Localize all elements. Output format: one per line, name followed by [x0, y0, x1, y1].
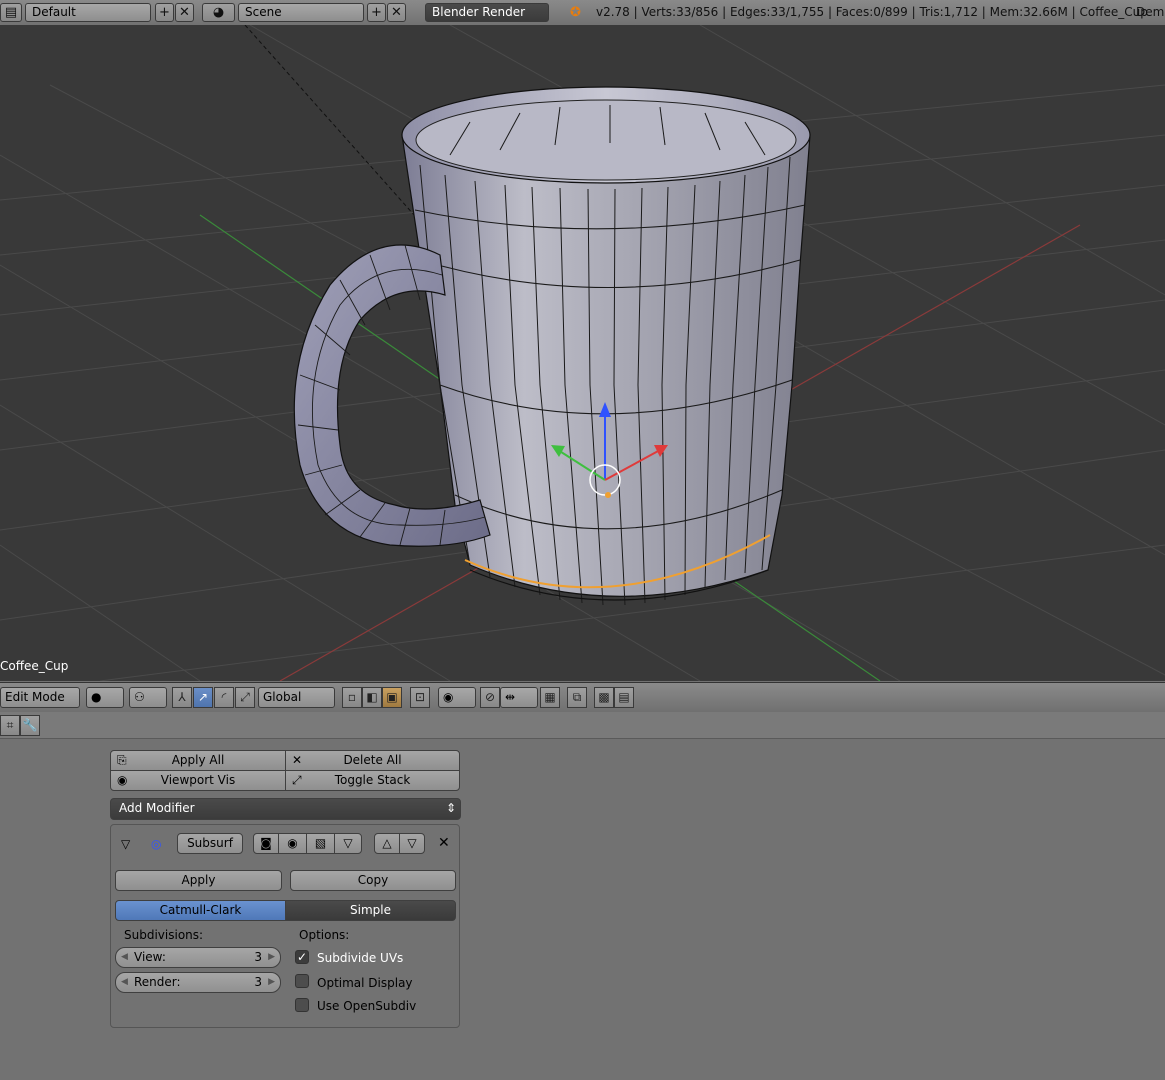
- info-header: ▤ Default + ✕ ◕ Scene + ✕ Blender Render…: [0, 0, 1165, 26]
- translate-manipulator-icon[interactable]: ↗: [193, 687, 213, 708]
- tab-catmull-clark[interactable]: Catmull-Clark: [115, 900, 286, 921]
- render-engine-select[interactable]: Blender Render: [425, 3, 549, 22]
- snap-toggle-icon[interactable]: ⊘: [480, 687, 500, 708]
- modifier-tab-icon[interactable]: 🔧: [20, 715, 40, 736]
- optimal-display-label: Optimal Display: [317, 976, 413, 990]
- edge-select-icon[interactable]: ◧: [362, 687, 382, 708]
- use-opensubdiv-label: Use OpenSubdiv: [317, 999, 417, 1013]
- add-layout-icon[interactable]: +: [155, 3, 174, 22]
- on-cage-icon[interactable]: ▽: [334, 833, 362, 854]
- proportional-edit-select[interactable]: ◉: [438, 687, 476, 708]
- vertex-select-icon[interactable]: ▫: [342, 687, 362, 708]
- solid-shading-icon: ●: [91, 690, 102, 704]
- options-label: Options:: [299, 928, 350, 942]
- apply-button[interactable]: Apply: [115, 870, 282, 891]
- 3d-viewport[interactable]: [0, 25, 1165, 681]
- add-modifier-select[interactable]: Add Modifier ⇕: [110, 798, 461, 820]
- manipulator-toggle-icon[interactable]: ⅄: [172, 687, 192, 708]
- view-levels-field[interactable]: ◀ View: 3 ▶: [115, 947, 281, 968]
- limit-selection-icon[interactable]: ⊡: [410, 687, 430, 708]
- increment-arrow-icon[interactable]: ▶: [268, 948, 275, 967]
- blender-logo-icon: ✪: [570, 5, 581, 20]
- render-levels-field[interactable]: ◀ Render: 3 ▶: [115, 972, 281, 993]
- move-up-icon[interactable]: △: [374, 833, 400, 854]
- render-animation-icon[interactable]: ▤: [614, 687, 634, 708]
- rotate-manipulator-icon[interactable]: ◜: [214, 687, 234, 708]
- updown-arrows-icon: ⇕: [445, 801, 456, 815]
- optimal-display-checkbox[interactable]: [295, 974, 309, 988]
- screen-layout-field[interactable]: Default: [25, 3, 151, 22]
- properties-header: ⌗ 🔧: [0, 712, 1165, 739]
- apply-all-icon: ⎘: [117, 753, 127, 767]
- face-select-icon[interactable]: ▣: [382, 687, 402, 708]
- viewport-canvas: [0, 25, 1165, 681]
- eye-icon: ◉: [117, 773, 128, 787]
- pivot-point-select[interactable]: ⚇: [129, 687, 167, 708]
- use-opensubdiv-checkbox[interactable]: [295, 998, 309, 1012]
- editmode-visibility-icon[interactable]: ▧: [306, 833, 335, 854]
- editor-type-icon[interactable]: ▤: [0, 3, 22, 22]
- proportional-icon: ◉: [443, 690, 454, 704]
- subdivide-uvs-label: Subdivide UVs: [317, 951, 404, 965]
- transform-orientation-select[interactable]: Global: [258, 687, 335, 708]
- render-visibility-icon[interactable]: ◙: [253, 833, 279, 854]
- delete-all-icon: ✕: [292, 753, 303, 767]
- copy-button[interactable]: Copy: [290, 870, 456, 891]
- properties-editor-icon[interactable]: ⌗: [0, 715, 20, 736]
- render-still-icon[interactable]: ▩: [594, 687, 614, 708]
- fullscreen-icon: ⤢: [292, 773, 302, 787]
- subdivide-uvs-checkbox[interactable]: ✓: [295, 950, 309, 964]
- viewport-vis-button[interactable]: ◉ Viewport Vis: [110, 770, 286, 791]
- subsurf-modifier-panel: ▽ ◎ Subsurf ◙ ◉ ▧ ▽ △ ▽ ✕ Apply Copy Cat…: [110, 824, 460, 1028]
- snap-icon: ⇹: [505, 690, 516, 704]
- scene-selector-icon[interactable]: ◕: [202, 3, 235, 22]
- add-scene-icon[interactable]: +: [367, 3, 386, 22]
- mode-select[interactable]: Edit Mode: [0, 687, 80, 708]
- header-cut-text: Demo: [1136, 5, 1165, 19]
- pivot-icon: ⚇: [134, 690, 145, 704]
- subdivisions-label: Subdivisions:: [124, 928, 204, 942]
- toggle-stack-button[interactable]: ⤢ Toggle Stack: [285, 770, 460, 791]
- scene-stats: v2.78 | Verts:33/856 | Edges:33/1,755 | …: [596, 5, 1148, 19]
- viewport-shading-select[interactable]: ●: [86, 687, 124, 708]
- collapse-triangle-icon[interactable]: ▽: [121, 837, 130, 851]
- decrement-arrow-icon[interactable]: ◀: [121, 973, 128, 992]
- snap-element-select[interactable]: ⇹: [500, 687, 538, 708]
- modifier-name-field[interactable]: Subsurf: [177, 833, 243, 854]
- remove-scene-icon[interactable]: ✕: [387, 3, 406, 22]
- snap-target-icon[interactable]: ▦: [540, 687, 560, 708]
- increment-arrow-icon[interactable]: ▶: [268, 973, 275, 992]
- occlude-geometry-icon[interactable]: ⧉: [567, 687, 587, 708]
- delete-all-button[interactable]: ✕ Delete All: [285, 750, 460, 771]
- tab-simple[interactable]: Simple: [285, 900, 456, 921]
- apply-all-button[interactable]: ⎘ Apply All: [110, 750, 286, 771]
- 3d-view-header: Edit Mode ● ⚇ ⅄ ↗ ◜ ⤢ Global ▫ ◧ ▣ ⊡ ◉ ⊘…: [0, 682, 1165, 713]
- viewport-visibility-icon[interactable]: ◉: [278, 833, 307, 854]
- remove-layout-icon[interactable]: ✕: [175, 3, 194, 22]
- remove-modifier-icon[interactable]: ✕: [438, 835, 450, 851]
- object-name-label: Coffee_Cup: [0, 659, 69, 673]
- decrement-arrow-icon[interactable]: ◀: [121, 948, 128, 967]
- scene-field[interactable]: Scene: [238, 3, 364, 22]
- move-down-icon[interactable]: ▽: [399, 833, 425, 854]
- scale-manipulator-icon[interactable]: ⤢: [235, 687, 255, 708]
- subsurf-icon: ◎: [151, 837, 162, 851]
